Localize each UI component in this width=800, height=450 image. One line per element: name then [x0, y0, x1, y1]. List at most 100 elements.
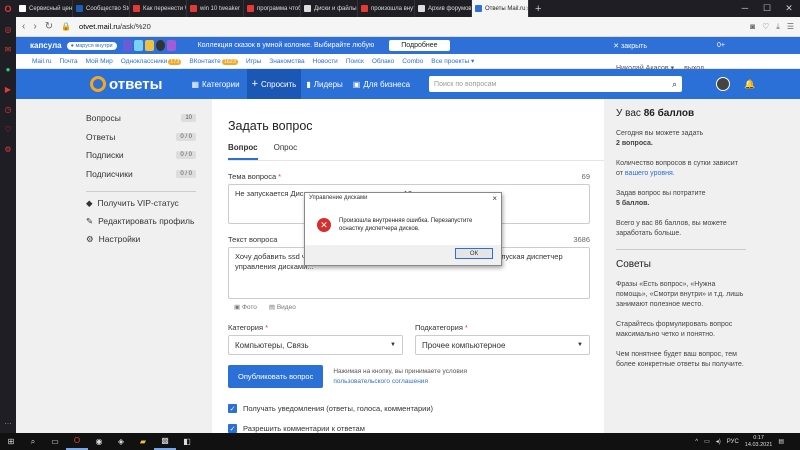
portal-link-dating[interactable]: Знакомства [269, 58, 304, 65]
portal-link-mail[interactable]: Почта [60, 58, 78, 65]
tip: Фразы «Есть вопрос», «Нужна помощь», «См… [616, 281, 744, 308]
tab-poll[interactable]: Опрос [274, 143, 297, 160]
browser-tab[interactable]: Диски и файлы [301, 0, 358, 17]
today-info: Сегодня вы можете задать 2 вопроса. [616, 130, 704, 147]
whatsapp-icon[interactable]: ● [0, 61, 16, 77]
search-icon[interactable]: ⌕ [672, 79, 677, 90]
close-window-icon[interactable]: ✕ [778, 3, 800, 14]
subcategory-select[interactable]: Прочее компьютерное ▼ [415, 335, 590, 355]
nav-categories[interactable]: ▦ Категории [186, 69, 244, 99]
browser-tab[interactable]: Сервисный центр [16, 0, 73, 17]
portal-link-my-world[interactable]: Мой Мир [86, 58, 113, 65]
disk-management-taskbar-icon[interactable]: ▩ [154, 433, 176, 450]
nav-ask[interactable]: + Спросить [246, 69, 302, 99]
portal-link-ok[interactable]: Одноклассники 173 [121, 58, 182, 65]
notifications-icon[interactable]: ▤ [778, 438, 784, 445]
answers-logo[interactable]: ответы [90, 76, 162, 93]
game-taskbar-icon[interactable]: ◈ [110, 433, 132, 450]
photo-button[interactable]: ▣ Фото [234, 303, 257, 311]
portal-link-news[interactable]: Новости [313, 58, 338, 65]
vip-link[interactable]: ◆ Получить VIP-статус [86, 198, 196, 209]
camera-icon[interactable]: ◙ [750, 22, 755, 32]
speed-dial-icon[interactable]: ◎ [0, 21, 16, 37]
app-taskbar-icon[interactable]: ◧ [176, 433, 198, 450]
menu-subscriptions[interactable]: Подписки 0 / 0 [86, 146, 196, 165]
portal-link-search[interactable]: Поиск [346, 58, 364, 65]
menu-questions[interactable]: Вопросы 10 [86, 109, 196, 128]
portal-link-mailru[interactable]: Mail.ru [32, 58, 52, 65]
download-icon[interactable]: ⤓ [776, 22, 780, 32]
search-input[interactable]: Поиск по вопросам ⌕ [429, 76, 683, 92]
bookmarks-icon[interactable]: ♡ [0, 121, 16, 137]
network-icon[interactable]: ▭ [704, 438, 710, 445]
back-icon[interactable]: ‹ [22, 21, 25, 32]
extensions-icon[interactable]: ☰ [787, 22, 794, 32]
task-view-icon[interactable]: ▭ [44, 433, 66, 450]
checkbox-checked-icon[interactable]: ✓ [228, 404, 237, 413]
steam-taskbar-icon[interactable]: ◉ [88, 433, 110, 450]
nav-leaders[interactable]: ▮ Лидеры [301, 69, 347, 99]
checkbox-checked-icon[interactable]: ✓ [228, 424, 237, 433]
language-indicator[interactable]: РУС [727, 439, 739, 445]
reload-icon[interactable]: ↻ [45, 21, 53, 32]
url-field[interactable]: otvet.mail.ru/ask/%20 [79, 22, 151, 31]
comments-checkbox[interactable]: ✓ Разрешить комментарии к ответам [228, 424, 604, 433]
clock[interactable]: 0:17 14.03.2021 [745, 435, 773, 449]
messenger-icon[interactable]: ✉ [0, 41, 16, 57]
browser-tab[interactable]: Как перенести Windows [130, 0, 187, 17]
portal-link-all-projects[interactable]: Все проекты ▾ [431, 57, 474, 65]
portal-link-combo[interactable]: Combo [402, 58, 423, 65]
tab-question[interactable]: Вопрос [228, 143, 258, 160]
promo-more-button[interactable]: Подробнее [389, 40, 450, 51]
browser-tab[interactable]: win 10 tweaker [187, 0, 244, 17]
edit-profile-link[interactable]: ✎ Редактировать профиль [86, 216, 196, 227]
lock-icon: 🔒 [61, 22, 72, 31]
tab-label: win 10 tweaker [200, 5, 241, 12]
opera-taskbar-icon[interactable]: O [66, 433, 88, 450]
portal-link-cloud[interactable]: Облако [372, 58, 394, 65]
menu-answers[interactable]: Ответы 0 / 0 [86, 128, 196, 147]
volume-icon[interactable]: ◂) [716, 438, 721, 445]
portal-link-vk[interactable]: ВКонтакте 1623 [189, 58, 238, 65]
dialog-close-icon[interactable]: × [492, 195, 497, 203]
minimize-icon[interactable]: ─ [734, 3, 756, 14]
history-icon[interactable]: ◷ [0, 101, 16, 117]
browser-tab[interactable]: произошла внутр. [358, 0, 415, 17]
page-title: Задать вопрос [228, 119, 313, 133]
avatar[interactable] [716, 77, 731, 91]
tip: Чем понятнее будет ваш вопрос, тем более… [616, 351, 744, 368]
promo-close-button[interactable]: ✕ закрыть [613, 42, 647, 50]
body-char-count: 3686 [573, 235, 590, 244]
forward-icon[interactable]: › [33, 21, 36, 32]
publish-button[interactable]: Опубликовать вопрос [228, 365, 324, 388]
new-tab-button[interactable]: + [529, 3, 547, 15]
category-select[interactable]: Компьютеры, Связь ▼ [228, 335, 403, 355]
explorer-taskbar-icon[interactable]: ▰ [132, 433, 154, 450]
maximize-icon[interactable]: ☐ [756, 3, 778, 14]
ok-button[interactable]: ОК [455, 248, 493, 259]
browser-tab[interactable]: Ответы Mail.ru✕ [472, 0, 529, 17]
browser-tab[interactable]: программа чтобы [244, 0, 301, 17]
start-icon[interactable]: ⊞ [0, 433, 22, 450]
level-link[interactable]: вашего уровня. [625, 170, 675, 177]
bell-icon[interactable]: 🔔 [744, 79, 755, 90]
terms-link[interactable]: пользовательского соглашения [333, 378, 428, 385]
menu-subscribers[interactable]: Подписчики 0 / 0 [86, 165, 196, 184]
dialog-message: Произошла внутренняя ошибка. Перезапусти… [339, 218, 473, 232]
browser-tab[interactable]: Архив форумов [415, 0, 472, 17]
nav-business[interactable]: ▣ Для бизнеса [348, 69, 415, 99]
at-logo-icon [90, 76, 106, 92]
search-taskbar-icon[interactable]: ⌕ [22, 433, 44, 450]
browser-tab[interactable]: Сообщество Steam [73, 0, 130, 17]
video-button[interactable]: ▤ Видео [269, 303, 296, 311]
settings-sidebar-icon[interactable]: ⚙ [0, 141, 16, 157]
opera-menu-icon[interactable]: O [0, 0, 16, 17]
more-icon[interactable]: … [0, 413, 16, 429]
favicon-icon [418, 5, 425, 12]
bookmark-icon[interactable]: ♡ [762, 22, 769, 32]
chevron-up-icon[interactable]: ^ [695, 439, 698, 445]
portal-link-games[interactable]: Игры [246, 58, 261, 65]
settings-link[interactable]: ⚙ Настройки [86, 234, 196, 245]
player-icon[interactable]: ▶ [0, 81, 16, 97]
notify-checkbox[interactable]: ✓ Получать уведомления (ответы, голоса, к… [228, 404, 604, 413]
